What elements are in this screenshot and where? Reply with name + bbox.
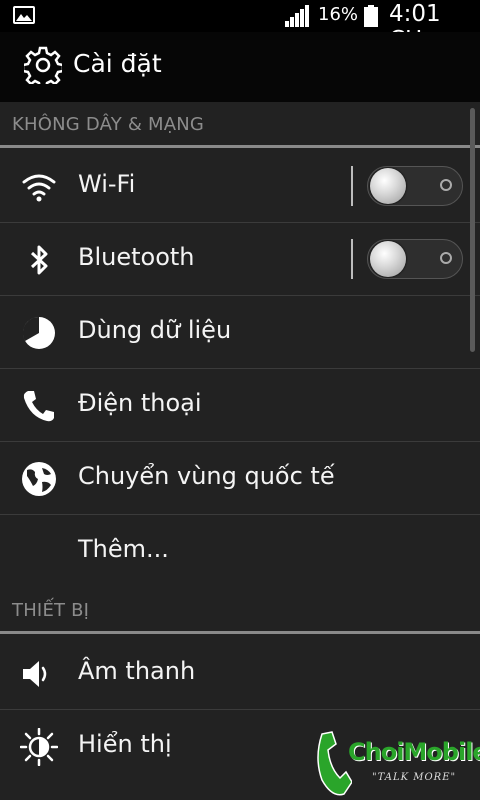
- settings-item-data-usage[interactable]: Dùng dữ liệu: [0, 296, 480, 369]
- section-divider: [0, 145, 480, 148]
- toggle-knob: [370, 168, 406, 204]
- toggle-separator: [351, 166, 353, 206]
- section-divider: [0, 631, 480, 634]
- settings-item-label: Điện thoại: [78, 389, 202, 417]
- settings-item-bluetooth[interactable]: Bluetooth: [0, 223, 480, 296]
- section-header-label: KHÔNG DÂY & MẠNG: [12, 114, 205, 135]
- toggle-off-indicator: [440, 252, 452, 264]
- settings-item-label: Hiển thị: [78, 730, 172, 758]
- battery-percent: 16%: [318, 4, 359, 25]
- wifi-icon: [22, 174, 56, 202]
- bluetooth-icon: [30, 245, 48, 275]
- action-bar: Cài đặt: [0, 32, 480, 102]
- globe-icon: [22, 462, 56, 496]
- settings-item-wifi[interactable]: Wi-Fi: [0, 150, 480, 223]
- settings-item-label: Wi-Fi: [78, 170, 136, 198]
- section-header-device: THIẾT BỊ: [0, 588, 480, 634]
- settings-item-label: Âm thanh: [78, 657, 196, 685]
- watermark-brand: ChoiMobile: [348, 738, 480, 766]
- speaker-icon: [23, 661, 47, 687]
- section-header-label: THIẾT BỊ: [12, 600, 90, 621]
- bluetooth-toggle[interactable]: [367, 239, 463, 279]
- scrollbar[interactable]: [470, 108, 475, 352]
- settings-item-label: Thêm...: [78, 535, 169, 563]
- section-header-wireless: KHÔNG DÂY & MẠNG: [0, 102, 480, 148]
- settings-item-label: Dùng dữ liệu: [78, 316, 232, 344]
- image-icon: [13, 6, 35, 24]
- settings-item-more[interactable]: Thêm...: [0, 515, 480, 588]
- watermark-tagline: "TALK MORE": [372, 772, 457, 783]
- settings-item-label: Bluetooth: [78, 243, 195, 271]
- gear-icon[interactable]: [24, 46, 62, 84]
- toggle-off-indicator: [440, 179, 452, 191]
- phone-logo-icon: [317, 731, 352, 796]
- signal-icon: [285, 5, 309, 27]
- toggle-knob: [370, 241, 406, 277]
- brightness-icon: [20, 728, 58, 766]
- settings-item-sound[interactable]: Âm thanh: [0, 637, 480, 710]
- data-usage-icon: [22, 316, 55, 349]
- toggle-separator: [351, 239, 353, 279]
- battery-icon: [364, 5, 378, 27]
- settings-item-roaming[interactable]: Chuyển vùng quốc tế: [0, 442, 480, 515]
- settings-item-label: Chuyển vùng quốc tế: [78, 462, 335, 490]
- wifi-toggle[interactable]: [367, 166, 463, 206]
- settings-item-phone[interactable]: Điện thoại: [0, 369, 480, 442]
- watermark-logo: ChoiMobile "TALK MORE": [312, 728, 480, 800]
- page-title: Cài đặt: [73, 49, 162, 78]
- status-bar: 16% 4:01 CH: [0, 0, 480, 53]
- phone-icon: [23, 391, 54, 422]
